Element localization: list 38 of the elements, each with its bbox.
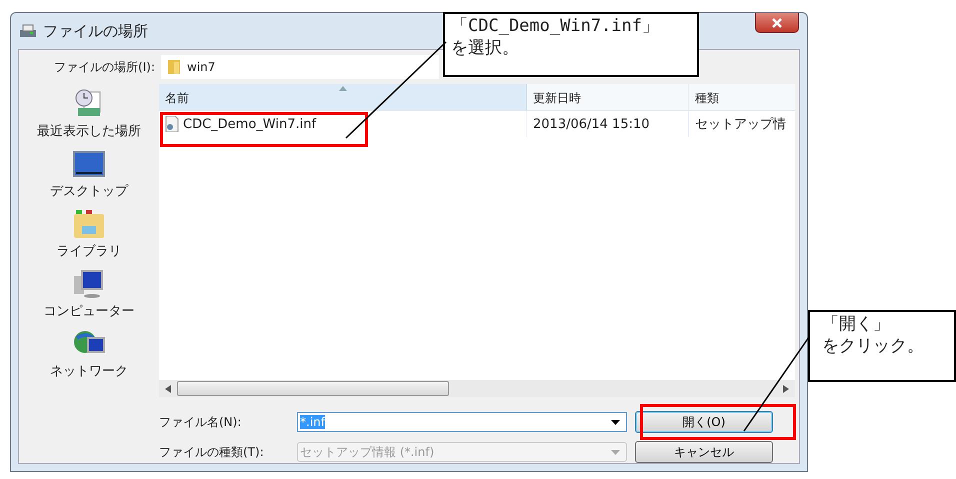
callout-text: 「開く」	[822, 313, 891, 335]
callout-text: を選択。	[451, 37, 520, 59]
folder-icon	[167, 59, 181, 75]
close-icon	[771, 18, 783, 28]
sidebar-item[interactable]: ネットワーク	[50, 328, 128, 380]
location-label: ファイルの場所(I):	[53, 58, 155, 76]
printer-icon	[19, 23, 37, 39]
sidebar-item[interactable]: ライブラリ	[56, 208, 122, 260]
horizontal-scrollbar[interactable]	[159, 380, 795, 397]
column-header[interactable]: 種類	[689, 84, 795, 110]
sidebar-item[interactable]: デスクトップ	[50, 148, 128, 200]
close-button[interactable]	[755, 13, 799, 33]
file-type-label: ファイルの種類(T):	[159, 444, 265, 460]
dropdown-arrow-icon	[611, 450, 620, 454]
file-row[interactable]: CDC_Demo_Win7.inf 2013/06/14 15:10 セットアップ情	[159, 111, 795, 137]
scrollbar-thumb[interactable]	[177, 381, 449, 396]
file-name-label: ファイル名(N):	[159, 414, 242, 430]
date-cell: 2013/06/14 15:10	[527, 111, 689, 137]
column-header[interactable]: 更新日時	[527, 84, 689, 110]
cancel-button[interactable]: キャンセル	[635, 441, 773, 463]
window-title: ファイルの場所	[43, 22, 148, 40]
file-name-cell: CDC_Demo_Win7.inf	[183, 116, 316, 132]
desktop-icon	[72, 148, 106, 180]
dropdown-arrow-icon	[611, 420, 620, 424]
location-dropdown[interactable]: win7	[161, 55, 439, 79]
open-button[interactable]: 開く(O)	[635, 411, 773, 433]
callout-text: 「CDC_Demo_Win7.inf」	[451, 15, 660, 37]
type-cell-text: セットアップ情	[694, 116, 787, 134]
sidebar-item[interactable]: 最近表示した場所	[37, 88, 141, 140]
sidebar-item[interactable]: コンピューター	[44, 268, 134, 320]
scroll-right-icon	[783, 384, 789, 392]
callout-text: をクリック。	[822, 335, 925, 357]
column-header[interactable]: 名前	[159, 84, 527, 110]
settings-file-icon	[165, 116, 179, 132]
library-folder-icon	[72, 208, 106, 240]
scroll-left-icon	[165, 384, 171, 392]
computer-icon	[72, 268, 106, 300]
sort-arrow-icon	[339, 86, 347, 91]
